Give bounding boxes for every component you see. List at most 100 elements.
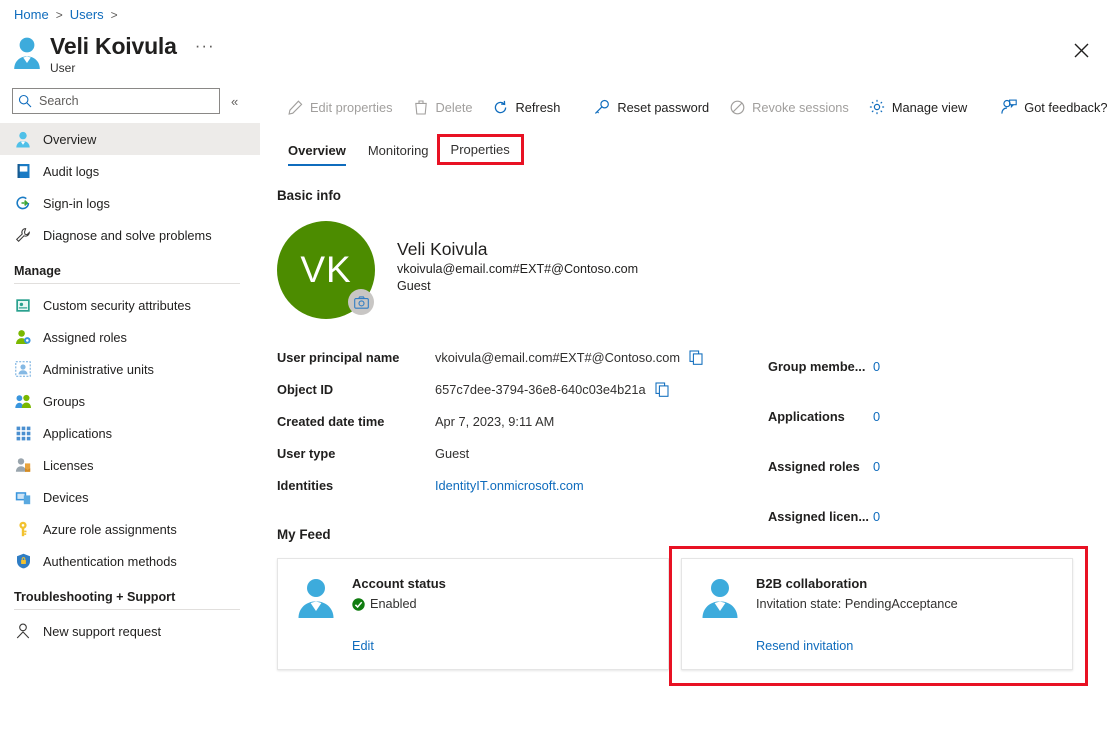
more-menu-button[interactable]: ···	[191, 37, 219, 54]
reset-password-button[interactable]: Reset password	[584, 95, 719, 119]
card-body: Account status Enabled Edit	[352, 575, 446, 653]
tab-properties[interactable]: Properties	[436, 134, 524, 165]
assigned-roles-icon	[14, 328, 32, 346]
profile-user-type: Guest	[397, 279, 431, 293]
stat-value[interactable]: 0	[873, 409, 880, 424]
identities-link[interactable]: IdentityIT.onmicrosoft.com	[435, 478, 584, 493]
manage-view-button[interactable]: Manage view	[859, 95, 977, 119]
refresh-button[interactable]: Refresh	[483, 95, 571, 119]
got-feedback-button[interactable]: Got feedback?	[991, 95, 1107, 119]
azure-user-overview-page: Home > Users > Veli Koivula ··· User Sea…	[0, 0, 1107, 733]
sidebar-item-overview[interactable]: Overview	[0, 123, 260, 155]
delete-button[interactable]: Delete	[403, 95, 483, 119]
revoke-sessions-button[interactable]: Revoke sessions	[719, 95, 859, 119]
sidebar-divider	[14, 283, 240, 284]
avatar-wrapper: VK	[277, 221, 375, 319]
main-content: Edit properties Delete Refresh Reset pas…	[260, 88, 1107, 733]
copy-icon[interactable]	[655, 381, 670, 397]
feedback-person-icon	[1001, 99, 1017, 115]
stat-label: Assigned roles	[768, 458, 860, 474]
sidebar-item-label: Applications	[43, 425, 113, 441]
camera-icon	[353, 295, 369, 309]
sidebar-item-azure-role-assignments[interactable]: Azure role assignments	[0, 513, 260, 545]
search-input[interactable]	[37, 93, 207, 109]
tab-bar: Overview Monitoring Properties	[260, 133, 1107, 166]
sidebar-item-label: Azure role assignments	[43, 521, 177, 537]
property-value: 657c7dee-3794-36e8-640c03e4b21a	[435, 381, 646, 397]
collapse-sidebar-button[interactable]: «	[228, 92, 241, 111]
breadcrumb-separator-icon: >	[55, 7, 63, 22]
sidebar-item-groups[interactable]: Groups	[0, 385, 260, 417]
support-person-icon	[14, 622, 32, 640]
edit-link[interactable]: Edit	[352, 639, 446, 653]
account-status-card[interactable]: Account status Enabled Edit	[277, 558, 669, 670]
shield-lock-icon	[14, 552, 32, 570]
administrative-units-icon	[14, 360, 32, 378]
sidebar-item-custom-security-attributes[interactable]: Custom security attributes	[0, 289, 260, 321]
card-status: Invitation state: PendingAcceptance	[756, 597, 958, 611]
stat-row-group-memberships: Group membe... 0	[768, 341, 880, 391]
search-box[interactable]	[12, 88, 220, 114]
my-feed-heading: My Feed	[277, 527, 331, 542]
card-title: B2B collaboration	[756, 576, 868, 591]
property-value: Guest	[435, 445, 470, 461]
stat-row-assigned-licenses: Assigned licen... 0	[768, 491, 880, 541]
sign-in-icon	[14, 194, 32, 212]
change-photo-button[interactable]	[348, 289, 374, 315]
breadcrumb-item-home[interactable]: Home	[14, 7, 49, 22]
close-button[interactable]	[1067, 36, 1095, 64]
card-status: Enabled	[352, 597, 446, 611]
my-feed-cards: Account status Enabled Edit B2B collabor…	[260, 546, 1107, 686]
sidebar-item-label: Administrative units	[43, 361, 154, 377]
sidebar-item-audit-logs[interactable]: Audit logs	[0, 155, 260, 187]
command-label: Reset password	[617, 99, 710, 115]
sidebar-item-new-support-request[interactable]: New support request	[0, 615, 260, 647]
stat-row-applications: Applications 0	[768, 391, 880, 441]
trash-icon	[413, 99, 429, 115]
devices-icon	[14, 488, 32, 506]
stat-label: Assigned licen...	[768, 508, 869, 524]
resend-invitation-link[interactable]: Resend invitation	[756, 639, 958, 653]
profile-block: VK Veli Koivula vkoivula@email.com#EXT#@…	[260, 221, 1107, 319]
profile-texts: Veli Koivula vkoivula@email.com#EXT#@Con…	[397, 238, 638, 295]
stat-value[interactable]: 0	[873, 509, 880, 524]
sidebar-item-devices[interactable]: Devices	[0, 481, 260, 513]
profile-name: Veli Koivula	[397, 239, 488, 259]
sidebar-item-assigned-roles[interactable]: Assigned roles	[0, 321, 260, 353]
b2b-collaboration-card[interactable]: B2B collaboration Invitation state: Pend…	[681, 558, 1073, 670]
groups-icon	[14, 392, 32, 410]
breadcrumb: Home > Users >	[14, 7, 118, 22]
edit-properties-button[interactable]: Edit properties	[277, 95, 403, 119]
command-bar: Edit properties Delete Refresh Reset pas…	[260, 88, 1107, 126]
security-attributes-icon	[14, 296, 32, 314]
sidebar-item-label: Licenses	[43, 457, 94, 473]
property-value: vkoivula@email.com#EXT#@Contoso.com	[435, 349, 681, 365]
sidebar-item-diagnose-and-solve-problems[interactable]: Diagnose and solve problems	[0, 219, 260, 251]
sidebar-nav: Overview Audit logs Sign-in logs Diagnos…	[0, 123, 260, 647]
sidebar-item-authentication-methods[interactable]: Authentication methods	[0, 545, 260, 577]
stat-value[interactable]: 0	[873, 359, 880, 374]
command-label: Revoke sessions	[752, 99, 849, 115]
gear-icon	[869, 99, 885, 115]
properties-grid: User principal name vkoivula@email.com#E…	[260, 341, 1107, 524]
tab-overview[interactable]: Overview	[277, 143, 357, 166]
wrench-icon	[14, 226, 32, 244]
command-label: Got feedback?	[1024, 99, 1107, 115]
sidebar-item-label: Diagnose and solve problems	[43, 227, 212, 243]
breadcrumb-item-users[interactable]: Users	[70, 7, 104, 22]
stat-value[interactable]: 0	[873, 459, 880, 474]
close-icon	[1074, 43, 1088, 57]
sidebar-item-label: Overview	[43, 131, 97, 147]
tab-monitoring[interactable]: Monitoring	[357, 143, 440, 166]
sidebar-group-manage: Manage	[14, 264, 61, 278]
property-value: Apr 7, 2023, 9:11 AM	[435, 413, 555, 429]
sidebar-item-applications[interactable]: Applications	[0, 417, 260, 449]
sidebar-item-licenses[interactable]: Licenses	[0, 449, 260, 481]
copy-icon[interactable]	[689, 349, 704, 365]
sidebar-item-sign-in-logs[interactable]: Sign-in logs	[0, 187, 260, 219]
sidebar-item-administrative-units[interactable]: Administrative units	[0, 353, 260, 385]
search-icon	[18, 94, 32, 108]
person-icon	[298, 579, 334, 618]
sidebar-item-label: New support request	[43, 623, 162, 639]
key-reset-icon	[594, 99, 610, 115]
